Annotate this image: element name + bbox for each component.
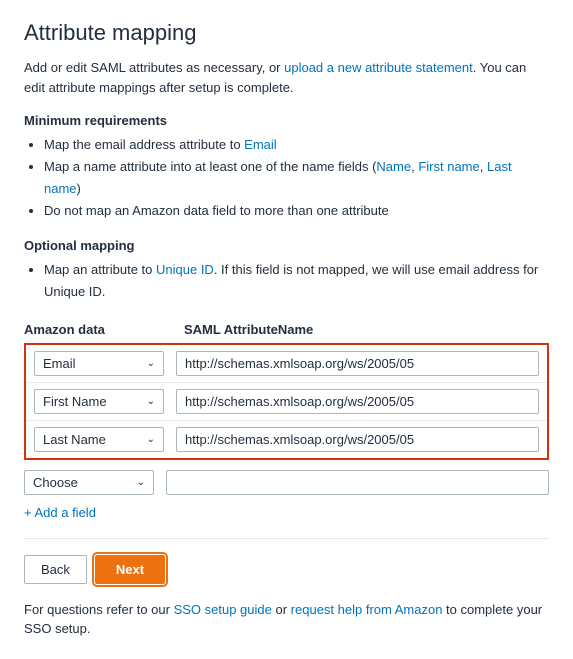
optional-section: Optional mapping Map an attribute to Uni… xyxy=(24,238,549,303)
choose-saml-input[interactable] xyxy=(166,470,549,495)
firstname-select[interactable]: First Name ⌄ xyxy=(34,389,164,414)
lastname-select-label: Last Name xyxy=(43,432,106,447)
min-req-item-2: Map a name attribute into at least one o… xyxy=(44,156,549,200)
intro-paragraph: Add or edit SAML attributes as necessary… xyxy=(24,58,549,97)
min-req-title: Minimum requirements xyxy=(24,113,549,128)
page-title: Attribute mapping xyxy=(24,20,549,46)
email-saml-input[interactable] xyxy=(176,351,539,376)
choose-select[interactable]: Choose ⌄ xyxy=(24,470,154,495)
choose-row: Choose ⌄ xyxy=(24,470,549,495)
firstname-link[interactable]: First name xyxy=(418,159,479,174)
opt-title: Optional mapping xyxy=(24,238,549,253)
choose-select-label: Choose xyxy=(33,475,78,490)
table-row: Last Name ⌄ xyxy=(26,421,547,458)
email-link[interactable]: Email xyxy=(244,137,277,152)
lastname-saml-input[interactable] xyxy=(176,427,539,452)
min-req-list: Map the email address attribute to Email… xyxy=(24,134,549,222)
lastname-select[interactable]: Last Name ⌄ xyxy=(34,427,164,452)
chevron-down-icon: ⌄ xyxy=(147,396,155,407)
col-amazon-header: Amazon data xyxy=(24,322,184,337)
footer-text: For questions refer to our SSO setup gui… xyxy=(24,600,549,639)
firstname-saml-input[interactable] xyxy=(176,389,539,414)
min-req-item-1: Map the email address attribute to Email xyxy=(44,134,549,156)
table-row: First Name ⌄ xyxy=(26,383,547,421)
upload-statement-link[interactable]: upload a new attribute statement xyxy=(284,60,473,75)
chevron-down-icon: ⌄ xyxy=(147,434,155,445)
mapped-rows-container: Email ⌄ First Name ⌄ Last Name ⌄ xyxy=(24,343,549,460)
chevron-down-icon: ⌄ xyxy=(147,358,155,369)
firstname-select-label: First Name xyxy=(43,394,107,409)
next-button[interactable]: Next xyxy=(95,555,165,584)
chevron-down-icon: ⌄ xyxy=(137,477,145,488)
name-link[interactable]: Name xyxy=(376,159,411,174)
table-row: Email ⌄ xyxy=(26,345,547,383)
footer-text-2: or xyxy=(272,602,291,617)
table-header: Amazon data SAML AttributeName xyxy=(24,322,549,337)
opt-item-1: Map an attribute to Unique ID. If this f… xyxy=(44,259,549,303)
intro-text: Add or edit SAML attributes as necessary… xyxy=(24,60,284,75)
email-select[interactable]: Email ⌄ xyxy=(34,351,164,376)
min-req-item-3: Do not map an Amazon data field to more … xyxy=(44,200,549,222)
unique-id-link[interactable]: Unique ID xyxy=(156,262,214,277)
sso-guide-link[interactable]: SSO setup guide xyxy=(174,602,272,617)
request-help-link[interactable]: request help from Amazon xyxy=(291,602,443,617)
email-select-label: Email xyxy=(43,356,76,371)
opt-list: Map an attribute to Unique ID. If this f… xyxy=(24,259,549,303)
footer-text-1: For questions refer to our xyxy=(24,602,174,617)
divider xyxy=(24,538,549,539)
button-row: Back Next xyxy=(24,555,549,584)
col-saml-header: SAML AttributeName xyxy=(184,322,549,337)
back-button[interactable]: Back xyxy=(24,555,87,584)
add-field-link[interactable]: + Add a field xyxy=(24,505,549,520)
